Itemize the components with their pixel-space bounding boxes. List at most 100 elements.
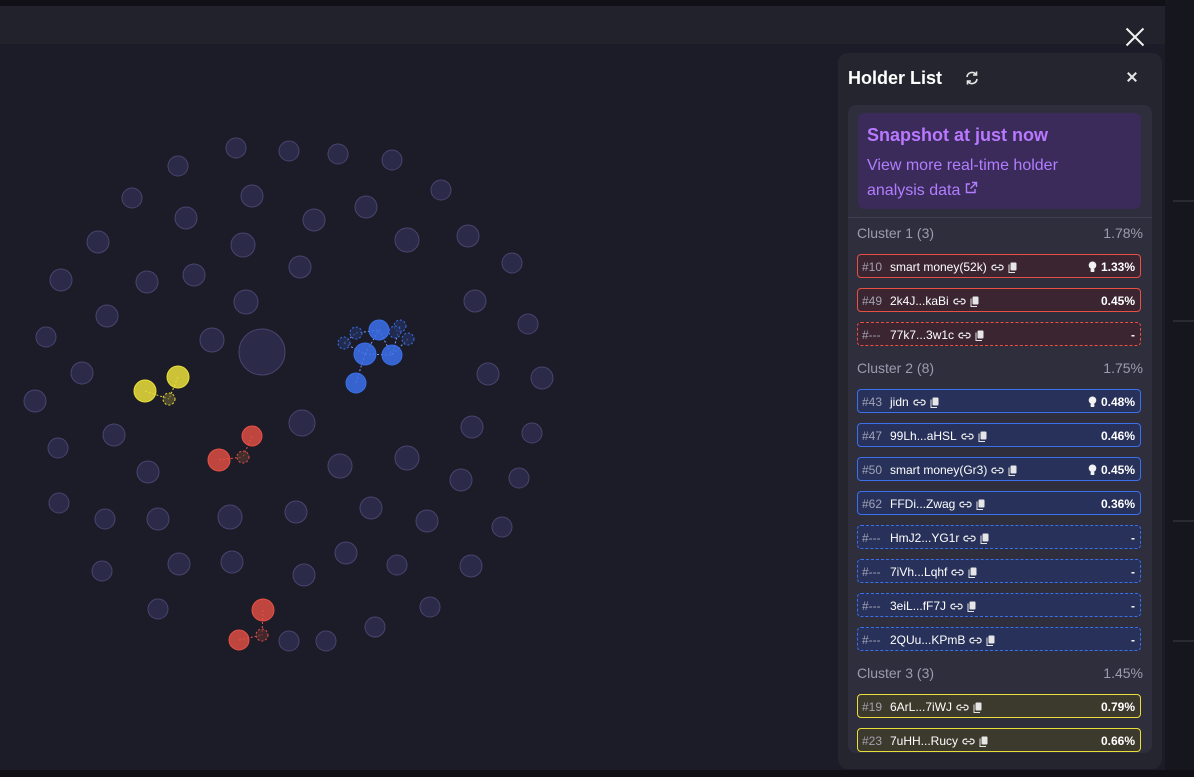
realtime-analysis-link[interactable]: View more real-time holder analysis data [867,153,1117,203]
link-icon[interactable] [991,465,1005,479]
cluster-bubble[interactable] [368,319,390,341]
holder-bubble[interactable] [91,560,113,582]
cluster-bubble[interactable] [251,598,275,622]
cluster-bubble[interactable] [353,342,377,366]
cluster-bubble[interactable] [228,629,250,651]
holder-bubble[interactable] [167,552,191,576]
holder-bubble[interactable] [456,224,480,248]
holder-row[interactable]: #23 7uHH...Rucy 0.66% [857,728,1141,752]
holder-row[interactable]: #--- HmJ2...YG1r - [857,525,1141,549]
holder-bubble[interactable] [94,508,116,530]
holder-bubble[interactable] [463,289,487,313]
holder-bubble[interactable] [394,445,420,471]
holder-bubble[interactable] [327,143,349,165]
copy-icon[interactable] [980,533,989,547]
copy-icon[interactable] [970,296,979,310]
cluster-bubble[interactable] [388,325,402,339]
holder-bubble[interactable] [517,313,539,335]
link-icon[interactable] [953,296,966,310]
holder-bubble[interactable] [460,415,484,439]
holder-bubble[interactable] [136,460,160,484]
holder-bubble[interactable] [476,362,500,386]
holder-bubble[interactable] [415,509,439,533]
close-map-button[interactable] [1122,24,1148,50]
cluster-bubble[interactable] [345,372,367,394]
holder-bubble-large[interactable] [238,328,286,376]
holder-bubble[interactable] [49,268,73,292]
holder-bubble[interactable] [233,289,259,315]
holder-bubble[interactable] [147,598,169,620]
cluster-bubble[interactable] [236,450,250,464]
holder-bubble[interactable] [220,550,244,574]
holder-bubble[interactable] [48,492,70,514]
holder-bubble[interactable] [240,184,264,208]
holder-bubble[interactable] [146,507,170,531]
cluster-bubble[interactable] [401,332,415,346]
link-icon[interactable] [969,635,983,649]
copy-icon[interactable] [968,567,977,581]
holder-row[interactable]: #--- 77k7...3w1c - [857,322,1141,346]
holder-bubble[interactable] [459,554,483,578]
holder-row[interactable]: #--- 7iVh...Lqhf - [857,559,1141,583]
holder-bubble[interactable] [230,232,256,258]
holder-bubble[interactable] [23,389,47,413]
holder-bubble[interactable] [47,437,69,459]
holder-bubble[interactable] [521,422,543,444]
holder-bubble[interactable] [354,195,378,219]
close-icon[interactable] [1124,69,1140,85]
copy-icon[interactable] [973,702,982,716]
holder-bubble[interactable] [284,500,308,524]
cluster-bubble[interactable] [162,392,176,406]
cluster-bubble[interactable] [337,336,351,350]
link-icon[interactable] [963,533,977,547]
holder-bubble[interactable] [95,304,119,328]
holder-bubble[interactable] [491,516,513,538]
holder-bubble[interactable] [327,453,353,479]
link-icon[interactable] [956,702,969,716]
link-icon[interactable] [912,397,926,411]
holder-bubble[interactable] [288,255,312,279]
holder-bubble[interactable] [121,187,143,209]
holder-bubble[interactable] [174,206,198,230]
holder-bubble[interactable] [225,137,247,159]
holder-bubble[interactable] [288,409,316,437]
holder-bubble[interactable] [394,227,420,253]
copy-icon[interactable] [1008,262,1017,276]
holder-bubble[interactable] [315,630,337,652]
link-icon[interactable] [958,330,971,344]
holder-bubble[interactable] [182,263,206,287]
link-icon[interactable] [991,262,1004,276]
holder-bubble[interactable] [334,541,358,565]
copy-icon[interactable] [976,499,985,513]
holder-row[interactable]: #--- 3eiL...fF7J - [857,593,1141,617]
link-icon[interactable] [950,601,963,615]
holder-bubble[interactable] [278,630,300,652]
holder-bubble[interactable] [86,230,110,254]
holder-row[interactable]: #62 FFDi...Zwag 0.36% [857,491,1141,515]
cluster-bubble[interactable] [349,326,363,340]
copy-icon[interactable] [967,601,976,615]
holder-row[interactable]: #--- 2QUu...KPmB - [857,627,1141,651]
holder-row[interactable]: #10 smart money(52k) 1.33% [857,254,1141,278]
holder-bubble[interactable] [199,327,225,353]
copy-icon[interactable] [930,397,939,411]
holder-bubble[interactable] [292,563,316,587]
cluster-bubble[interactable] [207,448,231,472]
holder-row[interactable]: #47 99Lh...aHSL 0.46% [857,423,1141,447]
holder-bubble[interactable] [508,467,530,489]
holder-row[interactable]: #49 2k4J...kaBi 0.45% [857,288,1141,312]
holder-bubble[interactable] [449,468,473,492]
holder-bubble[interactable] [302,208,326,232]
holder-bubble[interactable] [278,140,300,162]
holder-bubble[interactable] [430,179,452,201]
copy-icon[interactable] [975,330,984,344]
holder-row[interactable]: #19 6ArL...7iWJ 0.79% [857,694,1141,718]
link-icon[interactable] [959,499,973,513]
cluster-bubble[interactable] [241,425,263,447]
holder-bubble[interactable] [386,554,408,576]
holder-bubble[interactable] [530,366,554,390]
holder-bubble[interactable] [359,496,383,520]
cluster-bubble[interactable] [381,344,403,366]
holder-bubble[interactable] [419,596,441,618]
holder-row[interactable]: #43 jidn 0.48% [857,389,1141,413]
